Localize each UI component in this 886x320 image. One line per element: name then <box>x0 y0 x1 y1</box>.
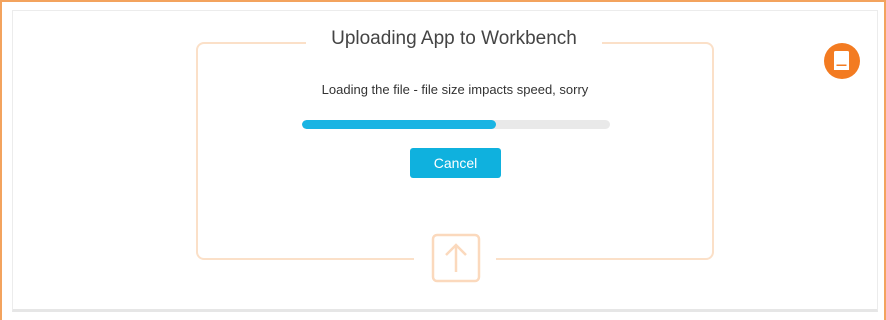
upload-arrow-icon[interactable] <box>430 232 482 284</box>
cancel-button[interactable]: Cancel <box>410 148 501 178</box>
document-icon[interactable] <box>823 42 861 80</box>
upload-progress-bar <box>302 120 610 129</box>
dialog-title: Uploading App to Workbench <box>331 28 577 49</box>
upload-progress-fill <box>302 120 497 129</box>
app-frame: Uploading App to Workbench Loading the f… <box>0 0 886 320</box>
upload-status-message: Loading the file - file size impacts spe… <box>321 82 589 97</box>
